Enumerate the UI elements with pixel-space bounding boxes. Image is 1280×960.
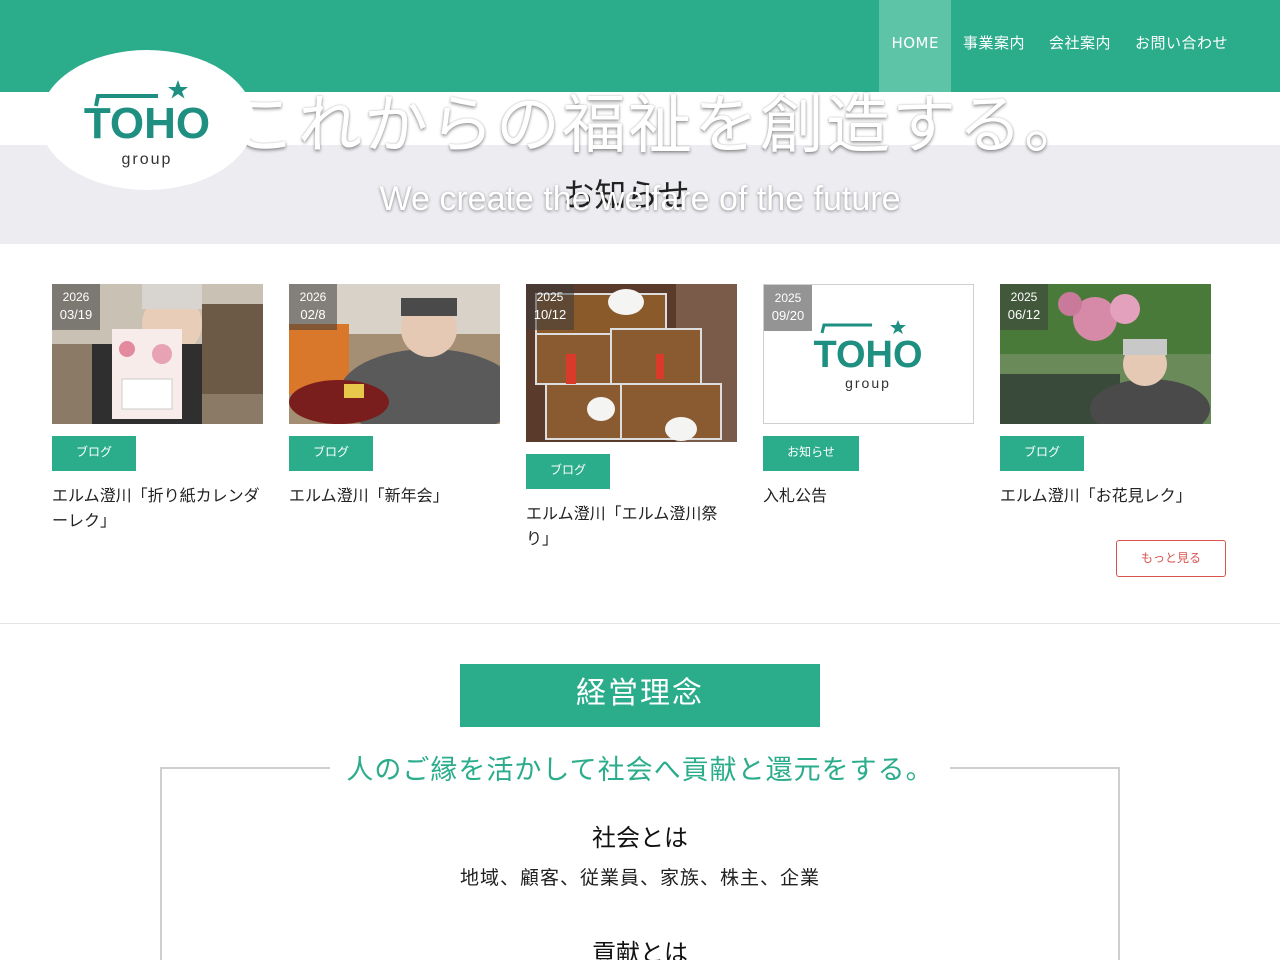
news-title[interactable]: エルム澄川「折り紙カレンダーレク」	[52, 483, 263, 533]
section-heading: 貢献とは	[592, 939, 688, 960]
logo-wordmark: TOHO	[84, 99, 210, 148]
news-title[interactable]: 入札公告	[763, 483, 974, 508]
news-card[interactable]: 2026 02/8 ブログ エルム澄川「新年会」	[289, 284, 500, 508]
logo-subtext: group	[122, 151, 173, 168]
news-thumbnail[interactable]: TOHO group 2025 09/20	[763, 284, 974, 424]
news-thumbnail[interactable]: 2026 02/8	[289, 284, 500, 424]
news-thumbnail[interactable]: 2025 10/12	[526, 284, 737, 442]
date-badge: 2026 02/8	[289, 284, 337, 330]
news-title[interactable]: エルム澄川「エルム澄川祭り」	[526, 501, 737, 551]
section-divider	[0, 623, 1280, 624]
date-badge: 2025 06/12	[1000, 284, 1048, 330]
hero-title: これからの福祉を創造する。	[232, 89, 1090, 163]
philosophy-tagline: 人のご縁を活かして社会へ貢献と還元をする。	[330, 748, 950, 787]
site-logo[interactable]: TOHO group	[40, 50, 254, 190]
logo-subtext: group	[845, 375, 891, 391]
news-thumbnail[interactable]: 2026 03/19	[52, 284, 263, 424]
more-button[interactable]: もっと見る	[1116, 540, 1226, 577]
date-badge: 2025 10/12	[526, 284, 574, 330]
date-badge: 2025 09/20	[764, 285, 812, 331]
category-tag[interactable]: ブログ	[526, 454, 610, 489]
news-card[interactable]: 2025 10/12 ブログ エルム澄川「エルム澄川祭り」	[526, 284, 737, 551]
philosophy-label: 経営理念	[460, 664, 820, 727]
news-card[interactable]: 2026 03/19 ブログ エルム澄川「折り紙カレンダーレク」	[52, 284, 263, 533]
category-tag[interactable]: ブログ	[289, 436, 373, 471]
logo-wordmark: TOHO	[813, 334, 922, 376]
category-tag[interactable]: お知らせ	[763, 436, 859, 471]
news-title[interactable]: エルム澄川「お花見レク」	[1000, 483, 1211, 508]
news-title[interactable]: エルム澄川「新年会」	[289, 483, 500, 508]
news-card[interactable]: TOHO group 2025 09/20 お知らせ 入札公告	[763, 284, 974, 508]
nav-contact[interactable]: お問い合わせ	[1123, 0, 1240, 92]
section-heading: 社会とは	[592, 824, 688, 852]
news-card[interactable]: 2025 06/12 ブログ エルム澄川「お花見レク」	[1000, 284, 1211, 508]
category-tag[interactable]: ブログ	[1000, 436, 1084, 471]
category-tag[interactable]: ブログ	[52, 436, 136, 471]
page: HOME 事業案内 会社案内 お問い合わせ お知らせ これからの福祉を創造する。…	[0, 0, 1280, 960]
date-badge: 2026 03/19	[52, 284, 100, 330]
news-thumbnail[interactable]: 2025 06/12	[1000, 284, 1211, 424]
section-body: 地域、顧客、従業員、家族、株主、企業	[459, 867, 820, 889]
